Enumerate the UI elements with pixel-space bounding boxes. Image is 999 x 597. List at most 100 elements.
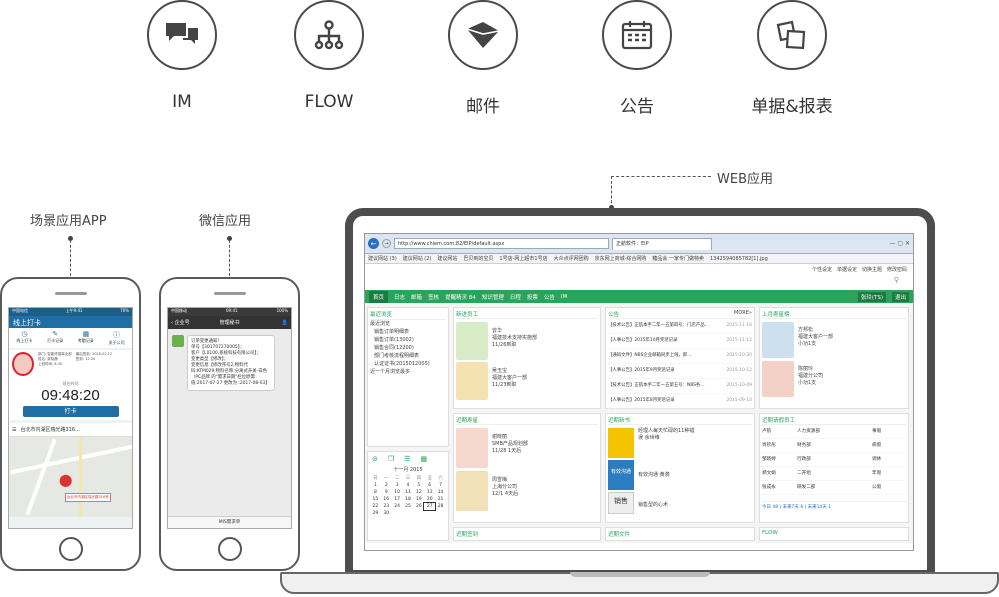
window-controls[interactable]: — ▢ ✕ bbox=[889, 240, 910, 247]
calendar-day[interactable]: 9 bbox=[381, 489, 392, 496]
url-bar[interactable]: http://www.chiem.com:82/EIP/default.aspx bbox=[394, 238, 609, 249]
recent-item[interactable]: 销售订单明细表 bbox=[370, 328, 446, 336]
wechat-footer-menu[interactable]: MIS需求单 bbox=[168, 516, 291, 528]
home-button[interactable] bbox=[58, 537, 83, 561]
leave-row[interactable]: 张成永 研发二部 公假 bbox=[762, 481, 906, 495]
favorite-link[interactable]: 大众点评网团购 bbox=[554, 255, 589, 262]
recent-item[interactable]: 销售合同(12200) bbox=[370, 344, 446, 352]
notice-item[interactable]: 【人事公告】2015年9月奖惩记录 2015-10-12 bbox=[608, 364, 752, 379]
calendar-day[interactable]: 29 bbox=[370, 510, 381, 517]
book-item[interactable]: 经理人每天忙碌的11种错误 余世维 bbox=[608, 428, 752, 458]
leave-row[interactable]: 邹晓婷 行政部 调休 bbox=[762, 453, 906, 467]
calendar-day[interactable]: 27 bbox=[423, 502, 437, 511]
calendar-day[interactable]: 3 bbox=[392, 482, 403, 489]
user-name[interactable]: 张玲(TS) bbox=[857, 291, 886, 302]
calendar-day[interactable]: 17 bbox=[392, 496, 403, 503]
calendar-day[interactable]: 12 bbox=[413, 489, 424, 496]
favorite-link[interactable]: 1342594085782[1].jpg bbox=[710, 256, 768, 262]
recent-item[interactable]: 近一个月浏览最多 bbox=[370, 368, 446, 376]
calendar-day[interactable]: 11 bbox=[403, 489, 414, 496]
calendar-day[interactable]: 8 bbox=[370, 489, 381, 496]
search-icon[interactable]: ⚲ bbox=[894, 276, 899, 284]
nav-item[interactable]: 日程 bbox=[510, 293, 521, 301]
grid-icon[interactable]: ▦ bbox=[420, 455, 427, 463]
punch-button[interactable]: 打卡 bbox=[22, 406, 119, 417]
calendar-day[interactable]: 30 bbox=[381, 510, 392, 517]
calendar-day[interactable]: 24 bbox=[392, 503, 403, 510]
leave-summary[interactable]: 今日 48 | 未来7天 6 | 未来14天 1 bbox=[762, 501, 906, 510]
calendar-day[interactable]: 18 bbox=[403, 496, 414, 503]
copy-icon[interactable]: ❐ bbox=[388, 455, 394, 463]
tab-punch[interactable]: ◷ 线上打卡 bbox=[16, 330, 32, 348]
menu-icon[interactable]: ☰ bbox=[12, 427, 16, 433]
recent-item[interactable]: 销售订单(13002) bbox=[370, 336, 446, 344]
refresh-icon[interactable]: ⊘ bbox=[372, 455, 378, 463]
staff-card[interactable]: 陈丽玲 福建分公司 小功1支 bbox=[762, 361, 906, 397]
tab-records[interactable]: ✎ 打卡记录 bbox=[47, 330, 63, 348]
staff-card[interactable]: 谢晓丽 SMB产品规划部 11/28 1天后 bbox=[456, 428, 598, 468]
calendar-day[interactable]: 15 bbox=[370, 496, 381, 503]
staff-card[interactable]: 曾华 福建技术支持实施部 11/26到职 bbox=[456, 322, 598, 360]
favorite-link[interactable]: 京东网上商城-综合网购 bbox=[595, 255, 647, 262]
nav-item[interactable]: 投票 bbox=[527, 293, 538, 301]
notice-item[interactable]: 【通知文件】NBS企业邮箱同步上线，即... 2015-10-30 bbox=[608, 349, 752, 364]
calendar-day[interactable]: 23 bbox=[381, 503, 392, 510]
favorite-link[interactable]: 巴贝到的宝贝 bbox=[463, 255, 493, 262]
favorite-link[interactable]: 糖品会 一家专门做特卖 bbox=[652, 255, 704, 262]
book-item[interactable]: 销售 销售型的心术 bbox=[608, 492, 752, 514]
notice-item[interactable]: 【技术公告】正航本手二年一五第四号：门店产品... 2015-11-16 bbox=[608, 319, 752, 334]
calendar-day[interactable]: 14 bbox=[435, 489, 446, 496]
calendar-day[interactable]: 26 bbox=[413, 503, 424, 510]
nav-item[interactable]: 日志 bbox=[394, 293, 405, 301]
browser-tab[interactable]: 正航软件：EIP bbox=[612, 237, 712, 250]
calendar-day[interactable]: 7 bbox=[435, 482, 446, 489]
recent-item[interactable]: 部门考核流程明细表 bbox=[370, 352, 446, 360]
list-icon[interactable]: ☰ bbox=[404, 455, 410, 463]
recent-item[interactable]: 认证证书(2015012005) bbox=[370, 360, 446, 368]
calendar-day[interactable]: 28 bbox=[435, 503, 446, 510]
nav-item[interactable]: 签核 bbox=[428, 293, 439, 301]
more-link[interactable]: MORE» bbox=[734, 310, 752, 318]
calendar-day[interactable]: 25 bbox=[403, 503, 414, 510]
calendar-day[interactable]: 19 bbox=[413, 496, 424, 503]
nav-item[interactable]: 提醒精灵 84 bbox=[445, 293, 476, 301]
calendar-day[interactable]: 1 bbox=[370, 482, 381, 489]
nav-item[interactable]: 公告 bbox=[544, 293, 555, 301]
tab-attendance[interactable]: ▦ 考勤记录 bbox=[78, 330, 94, 348]
calendar-day[interactable]: 21 bbox=[435, 496, 446, 503]
forward-arrow-icon[interactable]: → bbox=[382, 239, 391, 248]
leave-row[interactable]: 郑文娟 二开组 年假 bbox=[762, 467, 906, 481]
nav-item[interactable]: 邮箱 bbox=[411, 293, 422, 301]
staff-card[interactable]: 方邦松 福建大客户一部 小功1支 bbox=[762, 322, 906, 358]
profile-icon[interactable]: 👤 bbox=[282, 320, 288, 326]
address-bar[interactable]: ☰ 台北市内湖区瑞光路316... bbox=[9, 423, 132, 437]
calendar-day[interactable]: 16 bbox=[381, 496, 392, 503]
logout-button[interactable]: 退出 bbox=[891, 291, 909, 302]
nav-home[interactable]: 首页 bbox=[369, 290, 389, 303]
home-button[interactable] bbox=[217, 537, 242, 561]
notice-item[interactable]: 【人事公告】2015年8月奖惩记录 2015-09-10 bbox=[608, 394, 752, 409]
calendar-day[interactable]: 2 bbox=[381, 482, 392, 489]
calendar-day[interactable]: 10 bbox=[392, 489, 403, 496]
nav-item[interactable]: 知识管理 bbox=[482, 293, 504, 301]
back-button[interactable]: ‹ 企业号 bbox=[171, 319, 190, 326]
favorite-link[interactable]: 建议网站 (3) bbox=[368, 255, 397, 262]
tab-about[interactable]: ⓘ 关于公司 bbox=[109, 330, 125, 348]
book-item[interactable]: 有效沟通 有效沟通 黄漪 bbox=[608, 460, 752, 490]
favorite-link[interactable]: 建议网站 (2) bbox=[403, 255, 432, 262]
calendar-day[interactable]: 6 bbox=[424, 482, 435, 489]
leave-row[interactable]: 卢航 人力资源部 事假 bbox=[762, 425, 906, 439]
calendar-day[interactable]: 5 bbox=[413, 482, 424, 489]
favorite-link[interactable]: 建议网站 bbox=[437, 255, 457, 262]
notice-item[interactable]: 【人事公告】2015年10月奖惩记录 2015-11-12 bbox=[608, 334, 752, 349]
calendar-day[interactable]: 13 bbox=[424, 489, 435, 496]
calendar-day[interactable]: 20 bbox=[424, 496, 435, 503]
favorite-link[interactable]: 1号店-网上超市1号店 bbox=[499, 255, 547, 262]
staff-card[interactable]: 吴玉宝 福建大客户一部 11/23到职 bbox=[456, 362, 598, 400]
calendar-day[interactable]: 4 bbox=[403, 482, 414, 489]
calendar-day[interactable]: 22 bbox=[370, 503, 381, 510]
notice-item[interactable]: 【技术公告】正航本手二年一五第五号：NBS各... 2015-10-09 bbox=[608, 379, 752, 394]
leave-row[interactable]: 肖钦彤 财务部 病假 bbox=[762, 439, 906, 453]
nav-item[interactable]: IM bbox=[561, 294, 567, 300]
map[interactable]: ⬤ 台北市内湖区瑞光路316号 bbox=[9, 437, 132, 517]
